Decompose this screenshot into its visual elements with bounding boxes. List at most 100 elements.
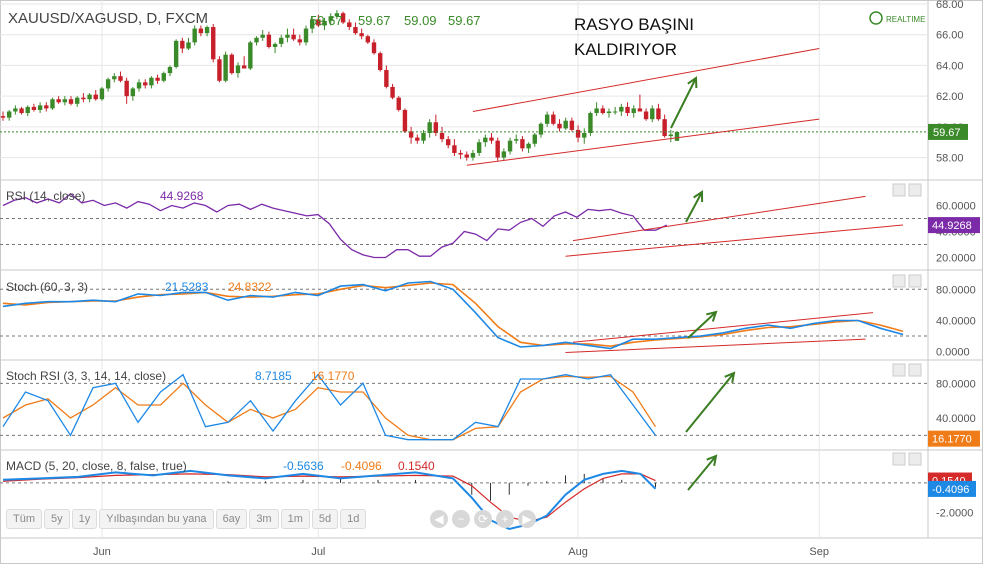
candle-body (458, 152, 463, 155)
candle-body (520, 139, 525, 149)
candle-body (297, 39, 303, 43)
candle-body (384, 70, 389, 87)
last-price-label: 59.67 (933, 127, 961, 139)
macd-collapse-down-button[interactable] (908, 452, 922, 466)
rsi-collapse-up-button[interactable] (892, 183, 906, 197)
stoch-collapse-down-button[interactable] (908, 274, 922, 288)
rsi-legend-value: 44.9268 (160, 189, 204, 203)
zoom-in-button[interactable]: + (496, 510, 514, 528)
candle-body (396, 97, 401, 110)
candle-body (588, 113, 593, 133)
candle-body (155, 77, 160, 81)
macd-legend-macd: -0.5636 (283, 459, 324, 473)
price-channel-lower (466, 118, 820, 166)
timeframe-button[interactable]: 5y (44, 509, 70, 529)
candle-body (464, 154, 469, 158)
candle-body (99, 88, 105, 100)
candle-body (279, 37, 284, 44)
stoch-collapse-up-button[interactable] (892, 274, 906, 288)
candle-body (241, 65, 247, 69)
timeframe-button[interactable]: 1m (280, 509, 310, 529)
candle-body (180, 40, 185, 49)
timeframe-button[interactable]: Yılbaşından bu yana (99, 509, 214, 529)
rsi-last-label: 44.9268 (932, 220, 972, 232)
stochrsi-collapse-down-button[interactable] (908, 363, 922, 377)
stoch-d-line (2, 282, 904, 348)
candle-body (538, 123, 544, 135)
stochrsi-collapse-up-button[interactable] (892, 363, 906, 377)
candle-body (118, 76, 123, 81)
candle-body (291, 34, 296, 40)
stochrsi-tick-label: 80.0000 (936, 378, 976, 390)
timeframe-button[interactable]: 1y (71, 509, 98, 529)
stochrsi-k-line (2, 373, 657, 441)
candle-body (223, 54, 228, 81)
macd-collapse-up-button[interactable] (892, 452, 906, 466)
candle-body (619, 106, 624, 112)
candle-body (557, 123, 562, 129)
price-tick-label: 68.00 (936, 0, 964, 11)
trend-arrow (685, 372, 735, 433)
candle-body (62, 99, 68, 103)
timeframe-button[interactable]: Tüm (6, 509, 42, 529)
candle-body (217, 59, 222, 81)
realtime-label: REALTIME (886, 15, 925, 24)
scroll-right-button[interactable]: ▶ (518, 510, 536, 528)
candle-body (476, 142, 482, 153)
candle-body (0, 116, 6, 118)
x-tick-label: Sep (809, 546, 829, 558)
trend-arrow (687, 455, 717, 491)
price-tick-label: 64.00 (936, 60, 964, 72)
candle-body (105, 79, 111, 89)
candle-body (359, 33, 364, 37)
candle-body (470, 152, 476, 158)
scroll-left-button[interactable]: ◀ (430, 510, 448, 528)
candle-body (235, 65, 241, 74)
timeframe-button[interactable]: 5d (311, 509, 339, 529)
candle-body (285, 34, 290, 38)
stoch-tick-label: 80.0000 (936, 284, 976, 296)
x-tick-label: Jul (311, 546, 325, 558)
candle-body (173, 40, 179, 67)
candle-body (625, 106, 630, 114)
rsi-collapse-down-button[interactable] (908, 183, 922, 197)
candle-body (600, 108, 605, 114)
candle-body (390, 86, 395, 98)
rsi-legend-label: RSI (14, close) (6, 189, 85, 203)
candle-body (563, 120, 568, 129)
candle-body (365, 36, 371, 43)
candle-body (272, 43, 278, 47)
stoch-legend-k: 21.5283 (165, 280, 209, 294)
trend-arrow (670, 77, 697, 129)
macd-legend-hist: 0.1540 (398, 459, 435, 473)
macd-last-label: -0.4096 (932, 484, 969, 496)
candle-body (161, 73, 166, 81)
timeframe-button[interactable]: 6ay (215, 509, 248, 529)
timeframe-button[interactable]: 1d (340, 509, 367, 529)
ohlc-value: 59.67 (448, 13, 481, 28)
stoch-channel-upper (572, 312, 874, 343)
candle-body (6, 111, 12, 118)
candle-body (377, 53, 383, 71)
timeframe-button[interactable]: 3m (249, 509, 279, 529)
zoom-out-button[interactable]: − (452, 510, 470, 528)
candle-body (260, 34, 265, 38)
candle-body (514, 139, 519, 141)
rsi-channel-upper (572, 195, 866, 242)
stoch-legend-d: 24.8322 (228, 280, 272, 294)
candle-body (254, 37, 259, 43)
realtime-icon (869, 11, 883, 25)
candle-body (532, 134, 537, 144)
chart-canvas: JunJulAugSepOct58.0060.0062.0064.0066.00… (0, 0, 983, 564)
ohlc-value: 59.09 (404, 13, 437, 28)
macd-tick-label: -2.0000 (936, 508, 973, 520)
candle-body (544, 114, 550, 124)
annotation-line-2: KALDIRIYOR (574, 40, 677, 59)
candle-body (50, 99, 55, 109)
candle-body (44, 105, 49, 109)
stoch-tick-label: 40.0000 (936, 315, 976, 327)
candle-body (75, 97, 80, 104)
reset-button[interactable]: ⟳ (474, 510, 492, 528)
candle-body (569, 120, 575, 130)
candle-body (452, 145, 457, 153)
